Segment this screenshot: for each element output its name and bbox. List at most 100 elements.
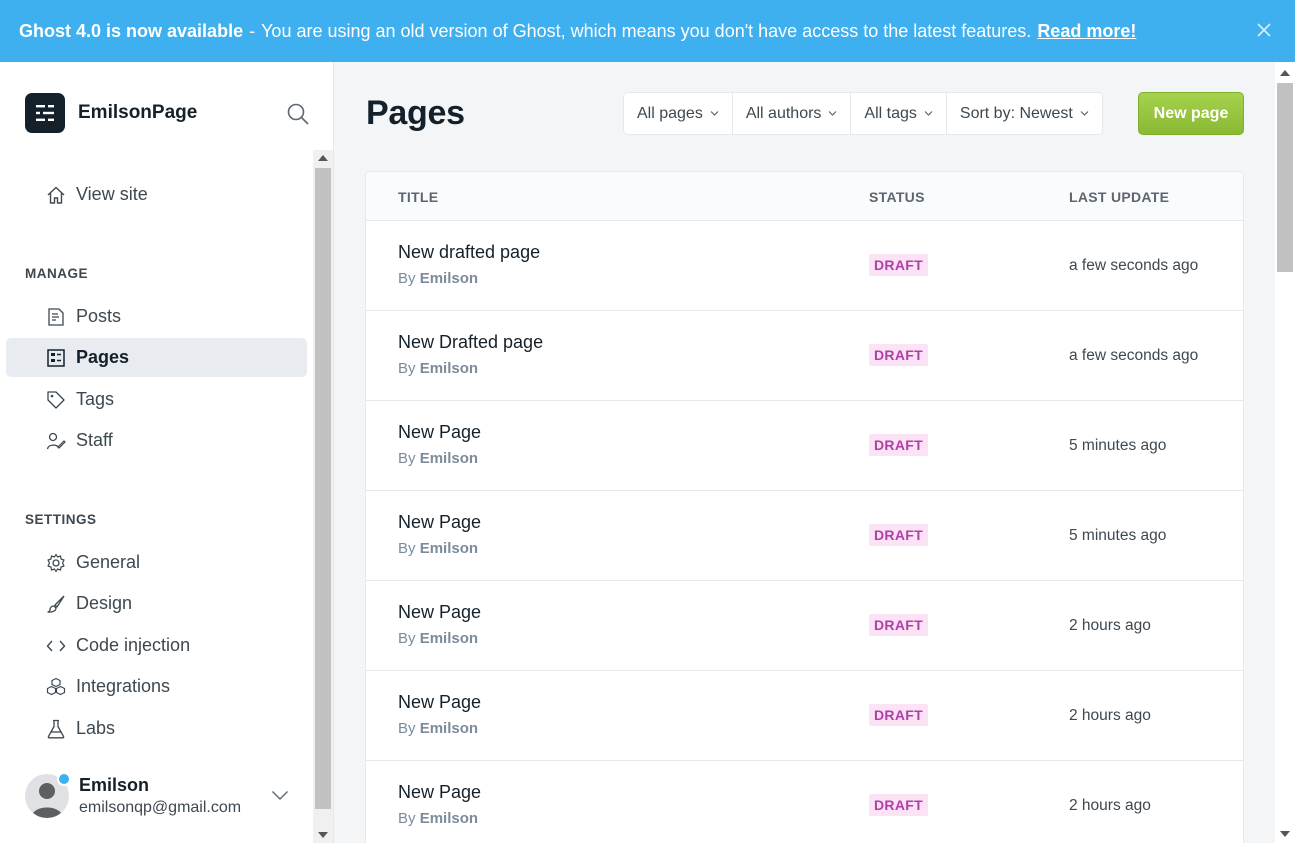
brush-icon — [45, 593, 67, 615]
flask-icon — [45, 718, 67, 740]
page-row-updated: a few seconds ago — [1069, 257, 1199, 274]
nav-integrations[interactable]: Integrations — [6, 667, 307, 706]
user-email: emilsonqp@gmail.com — [79, 799, 242, 816]
manage-section-title: MANAGE — [25, 266, 88, 281]
close-icon[interactable] — [1255, 21, 1273, 39]
status-badge: DRAFT — [869, 704, 928, 726]
nav-labs-label: Labs — [76, 718, 116, 738]
status-badge: DRAFT — [869, 794, 928, 816]
nav-tags[interactable]: Tags — [6, 380, 307, 419]
settings-section-title: SETTINGS — [25, 512, 97, 527]
page-row-author: Emilson — [419, 630, 479, 647]
nav-staff-label: Staff — [76, 430, 113, 450]
integrations-icon — [45, 676, 67, 698]
page-row-byline: By Emilson — [398, 450, 479, 467]
page-title: Pages — [366, 94, 465, 132]
pages-icon — [45, 347, 67, 369]
status-badge: DRAFT — [869, 254, 928, 276]
banner-read-more-link[interactable]: Read more! — [1037, 21, 1136, 42]
scroll-down-arrow-icon[interactable] — [318, 832, 328, 838]
notification-dot — [57, 772, 71, 786]
page-row-updated: 2 hours ago — [1069, 617, 1151, 634]
sidebar-scrollbar[interactable] — [313, 150, 333, 843]
upgrade-banner: Ghost 4.0 is now available - You are usi… — [0, 0, 1295, 62]
table-row[interactable]: New Page By Emilson DRAFT 5 minutes ago — [366, 491, 1243, 581]
column-status[interactable]: STATUS — [869, 189, 925, 205]
table-row[interactable]: New Page By Emilson DRAFT 2 hours ago — [366, 671, 1243, 761]
nav-general[interactable]: General — [6, 543, 307, 582]
page-row-byline: By Emilson — [398, 540, 479, 557]
staff-icon — [45, 430, 67, 452]
status-badge: DRAFT — [869, 344, 928, 366]
page-row-title: New Page — [398, 602, 482, 622]
page-row-title: New Page — [398, 512, 482, 532]
filter-pages-select[interactable]: All pages — [624, 93, 733, 134]
banner-headline: Ghost 4.0 is now available — [19, 20, 244, 41]
filter-tags-select[interactable]: All tags — [851, 93, 947, 134]
page-row-author: Emilson — [419, 540, 479, 557]
table-row[interactable]: New Page By Emilson DRAFT 2 hours ago — [366, 761, 1243, 843]
sort-label: Sort by: Newest — [959, 104, 1073, 122]
filter-authors-label: All authors — [745, 104, 822, 122]
home-icon — [45, 184, 67, 206]
filter-authors-select[interactable]: All authors — [733, 93, 852, 134]
nav-posts[interactable]: Posts — [6, 297, 307, 336]
column-title[interactable]: TITLE — [398, 189, 438, 205]
new-page-button[interactable]: New page — [1138, 92, 1244, 135]
user-menu[interactable]: Emilson emilsonqp@gmail.com — [25, 772, 295, 818]
status-badge: DRAFT — [869, 614, 928, 636]
posts-icon — [45, 306, 67, 328]
search-icon[interactable] — [286, 102, 310, 126]
page-row-author: Emilson — [419, 450, 479, 467]
page-row-title: New drafted page — [398, 242, 541, 262]
table-row[interactable]: New Page By Emilson DRAFT 2 hours ago — [366, 581, 1243, 671]
filter-bar: All pages All authors All tags Sort by: … — [623, 92, 1103, 135]
sidebar-scroll-thumb[interactable] — [315, 168, 331, 809]
chevron-down-icon[interactable] — [271, 786, 289, 804]
banner-separator: - — [249, 20, 256, 41]
pages-table: TITLE STATUS LAST UPDATE New drafted pag… — [365, 171, 1244, 843]
page-row-updated: 5 minutes ago — [1069, 437, 1167, 454]
table-row[interactable]: New drafted page By Emilson DRAFT a few … — [366, 221, 1243, 311]
main-scrollbar[interactable] — [1275, 62, 1295, 843]
nav-posts-label: Posts — [76, 306, 122, 326]
table-header: TITLE STATUS LAST UPDATE — [366, 172, 1243, 221]
main-content: Pages All pages All authors All tags Sor… — [334, 62, 1275, 843]
chevron-down-icon — [828, 111, 837, 116]
nav-general-label: General — [76, 552, 141, 572]
site-logo — [25, 93, 65, 133]
page-row-author: Emilson — [419, 810, 479, 827]
page-row-updated: a few seconds ago — [1069, 347, 1199, 364]
scroll-up-arrow-icon[interactable] — [1280, 70, 1290, 76]
chevron-down-icon — [710, 111, 719, 116]
scroll-down-arrow-icon[interactable] — [1280, 831, 1290, 837]
page-row-title: New Page — [398, 692, 482, 712]
nav-view-site[interactable]: View site — [6, 175, 307, 214]
sidebar: EmilsonPage View site MANAGE Posts Pages… — [0, 62, 334, 843]
page-row-updated: 2 hours ago — [1069, 707, 1151, 724]
column-last-update[interactable]: LAST UPDATE — [1069, 189, 1169, 205]
page-row-title: New Page — [398, 422, 482, 442]
sort-select[interactable]: Sort by: Newest — [947, 93, 1102, 134]
page-row-byline: By Emilson — [398, 270, 479, 287]
nav-view-site-label: View site — [76, 184, 148, 204]
nav-pages[interactable]: Pages — [6, 338, 307, 377]
table-row[interactable]: New Drafted page By Emilson DRAFT a few … — [366, 311, 1243, 401]
tag-icon — [45, 389, 67, 411]
scroll-up-arrow-icon[interactable] — [318, 155, 328, 161]
nav-labs[interactable]: Labs — [6, 709, 307, 748]
page-row-updated: 2 hours ago — [1069, 797, 1151, 814]
filter-pages-label: All pages — [637, 104, 703, 122]
nav-code-injection[interactable]: Code injection — [6, 626, 307, 665]
page-row-byline: By Emilson — [398, 360, 479, 377]
page-row-author: Emilson — [419, 270, 479, 287]
user-name: Emilson — [79, 775, 150, 795]
page-row-title: New Page — [398, 782, 482, 802]
table-row[interactable]: New Page By Emilson DRAFT 5 minutes ago — [366, 401, 1243, 491]
nav-staff[interactable]: Staff — [6, 421, 307, 460]
ghost-logo-icon — [36, 105, 54, 121]
main-scroll-thumb[interactable] — [1277, 83, 1293, 272]
page-row-updated: 5 minutes ago — [1069, 527, 1167, 544]
nav-design[interactable]: Design — [6, 584, 307, 623]
brand[interactable]: EmilsonPage — [25, 93, 197, 133]
